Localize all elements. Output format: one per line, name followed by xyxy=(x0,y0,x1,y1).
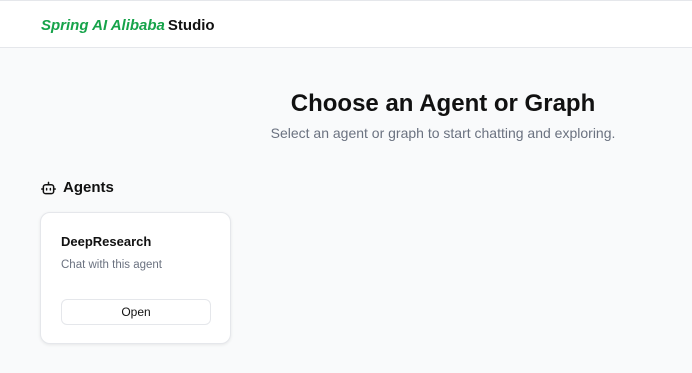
bot-icon xyxy=(41,181,56,194)
brand-logo[interactable]: Spring AI Alibaba Studio xyxy=(41,17,215,35)
brand-name: Spring AI Alibaba xyxy=(41,17,165,34)
open-agent-button[interactable]: Open xyxy=(61,299,211,325)
top-header: Spring AI Alibaba Studio xyxy=(0,1,692,48)
brand-suffix: Studio xyxy=(167,17,215,34)
studio-app: Spring AI Alibaba Studio Choose an Agent … xyxy=(0,0,692,373)
agent-card-title: DeepResearch xyxy=(61,234,152,249)
page-subtitle: Select an agent or graph to start chatti… xyxy=(270,125,616,141)
agents-section-header: Agents xyxy=(41,179,114,197)
agents-section-label: Agents xyxy=(63,179,114,196)
agent-card-deepresearch[interactable]: DeepResearch Chat with this agent Open xyxy=(40,212,231,344)
agent-card-description: Chat with this agent xyxy=(61,259,163,271)
page-title: Choose an Agent or Graph xyxy=(290,90,596,117)
